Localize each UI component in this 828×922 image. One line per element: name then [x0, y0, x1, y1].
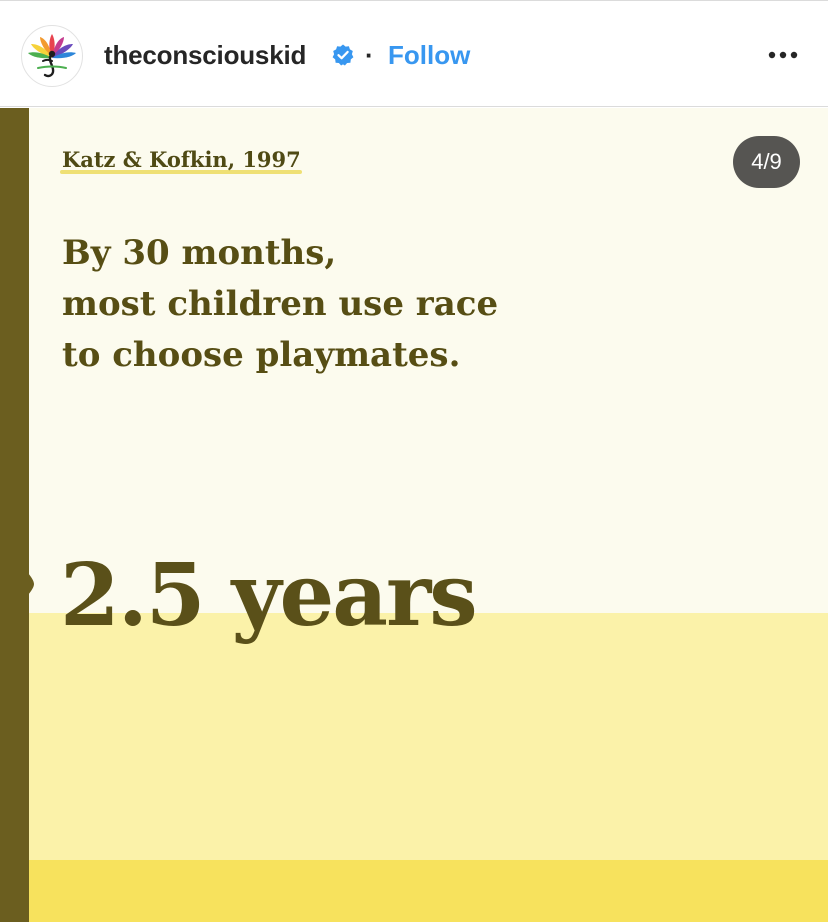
big-stat: 2.5 years — [60, 545, 478, 646]
slide-background-bottom — [0, 860, 828, 922]
headline-line: most children use race — [62, 284, 499, 324]
more-options-icon[interactable] — [763, 41, 803, 69]
slide-background-middle — [0, 613, 828, 863]
slide-side-bar — [0, 108, 29, 922]
slide-side-notch — [20, 560, 34, 608]
separator-dot: · — [365, 40, 374, 70]
lotus-logo-icon — [28, 34, 76, 78]
citation: Katz & Kofkin, 1997 — [62, 147, 301, 172]
verified-badge-icon — [332, 44, 354, 66]
post-image[interactable]: Katz & Kofkin, 1997 4/9 By 30 months, mo… — [0, 108, 828, 922]
slide-counter: 4/9 — [733, 136, 800, 188]
headline: By 30 months, most children use race to … — [62, 228, 582, 381]
avatar[interactable] — [21, 25, 83, 87]
post-header: theconsciouskid · Follow — [0, 1, 828, 107]
headline-line: to choose playmates. — [62, 335, 461, 375]
headline-line: By 30 months, — [62, 233, 337, 273]
follow-button[interactable]: Follow — [388, 39, 470, 71]
username-link[interactable]: theconsciouskid — [104, 39, 306, 71]
